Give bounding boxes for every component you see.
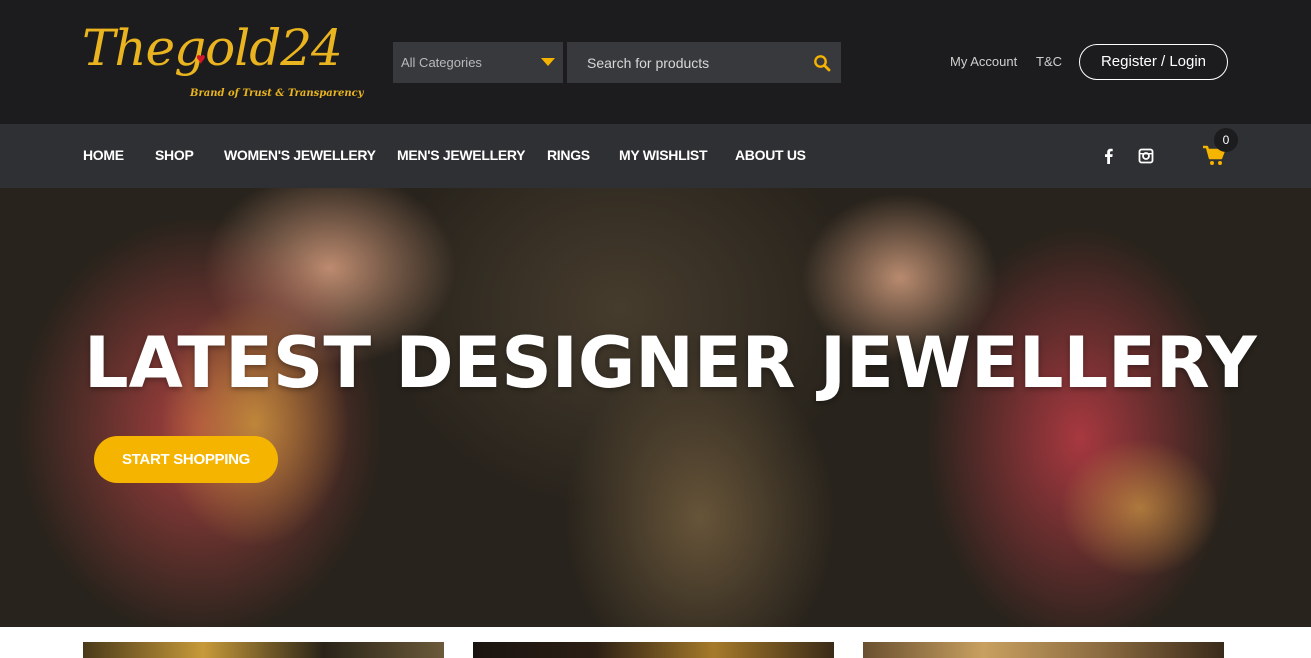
product-tile-image[interactable] [83,642,444,658]
product-tile-image[interactable] [473,642,834,658]
site-logo[interactable]: Thegold24 ♥ Brand of Trust & Transparenc… [82,18,364,106]
my-account-link[interactable]: My Account [950,54,1017,69]
search-icon[interactable] [813,54,831,72]
product-tile-image[interactable] [863,642,1224,658]
register-login-button[interactable]: Register / Login [1079,44,1228,80]
nav-shop[interactable]: SHOP [155,147,194,163]
category-select-value: All Categories [401,55,482,70]
search-input[interactable] [567,42,807,83]
instagram-icon[interactable] [1138,148,1154,164]
nav-womens-jewellery[interactable]: WOMEN'S JEWELLERY [224,147,376,163]
hero-image-jewellery-right [1060,438,1220,578]
nav-home[interactable]: HOME [83,147,124,163]
start-shopping-button[interactable]: START SHOPPING [94,436,278,483]
caret-down-icon [541,58,555,66]
heart-icon: ♥ [196,51,206,68]
category-select[interactable]: All Categories [393,42,563,83]
nav-mens-jewellery[interactable]: MEN'S JEWELLERY [397,147,526,163]
logo-wordmark: Thegold24 [82,19,343,77]
logo-tagline: Brand of Trust & Transparency [190,88,364,99]
hero-title: LATEST DESIGNER JEWELLERY [84,322,1257,404]
hero-banner: LATEST DESIGNER JEWELLERY START SHOPPING [0,188,1311,627]
site-header: Thegold24 ♥ Brand of Trust & Transparenc… [0,0,1311,124]
main-nav: HOME SHOP WOMEN'S JEWELLERY MEN'S JEWELL… [0,124,1311,188]
cart-count-badge: 0 [1214,128,1238,152]
nav-my-wishlist[interactable]: MY WISHLIST [619,147,708,163]
search-box [567,42,841,83]
facebook-icon[interactable] [1101,148,1117,164]
nav-rings[interactable]: RINGS [547,147,590,163]
terms-link[interactable]: T&C [1036,54,1062,69]
nav-about-us[interactable]: ABOUT US [735,147,806,163]
